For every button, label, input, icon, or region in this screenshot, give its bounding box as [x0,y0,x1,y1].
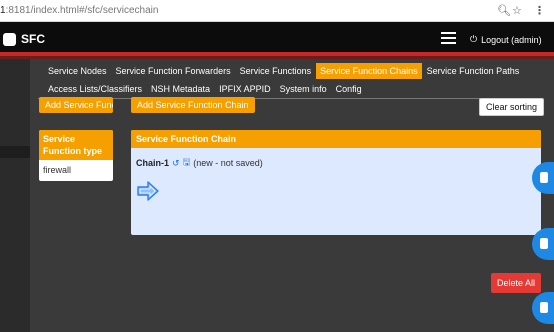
kebab-icon[interactable]: ⋮ [534,4,545,17]
logo-icon [3,32,16,46]
tab-service-function-paths[interactable]: Service Function Paths [423,63,524,79]
power-icon: ⏻ [470,34,478,44]
brand-name: SFC [21,32,45,46]
left-dark-panel [0,59,30,332]
undo-icon[interactable]: ↺ [172,158,180,169]
sf-type-item-firewall[interactable]: firewall [39,160,113,180]
url-text: :8181/index.html#/sfc/servicechain [5,5,159,16]
side-floating-button-2[interactable] [532,228,554,260]
logout-button[interactable]: ⏻ Logout (admin) [470,34,542,45]
nav-divider [38,98,541,99]
hamburger-menu-icon[interactable] [441,32,456,44]
tab-service-function-chains[interactable]: Service Function Chains [316,63,422,79]
chain-status: (new - not saved) [193,158,263,168]
address-field[interactable]: 1:8181/index.html#/sfc/servicechain [0,5,158,16]
left-accent-block [0,146,30,158]
arrow-right-icon[interactable] [137,181,159,201]
add-service-function-chain-button[interactable]: Add Service Function Chain [131,97,255,113]
star-icon[interactable]: ☆ [512,4,522,17]
nav-row-1: Service Nodes Service Function Forwarder… [44,63,524,79]
chain-row: Chain-1 ↺ 🖫︎ (new - not saved) [136,155,263,171]
chain-panel-title: Service Function Chain [131,130,541,148]
header-stripe-shadow [0,56,554,59]
nav-row-2: Access Lists/Classifiers NSH Metadata IP… [44,81,367,97]
tab-system-info[interactable]: System info [276,81,331,97]
magnifier-icon[interactable]: 🔍︎ [497,4,511,17]
delete-all-button[interactable]: Delete All [491,273,542,293]
tab-access-lists[interactable]: Access Lists/Classifiers [44,81,146,97]
tab-config[interactable]: Config [332,81,366,97]
tab-service-functions[interactable]: Service Functions [236,63,316,79]
brand-logo[interactable]: SFC [3,32,45,46]
logout-label: Logout (admin) [481,34,542,45]
tab-service-nodes[interactable]: Service Nodes [44,63,111,79]
tab-service-function-forwarders[interactable]: Service Function Forwarders [112,63,235,79]
service-function-type-card: Service Function type firewall [39,130,113,181]
service-function-type-title: Service Function type [39,130,113,160]
service-function-chain-panel: Service Function Chain Chain-1 ↺ 🖫︎ (new… [131,130,541,235]
save-icon[interactable]: 🖫︎ [183,155,191,171]
browser-url-bar: 1:8181/index.html#/sfc/servicechain 🔍︎ ☆… [0,0,554,22]
side-floating-button-3[interactable] [532,292,554,324]
chain-name[interactable]: Chain-1 [136,158,169,168]
tab-nsh-metadata[interactable]: NSH Metadata [147,81,214,97]
add-service-function-button[interactable]: Add Service Function [39,97,113,113]
app-header: SFC ⏻ Logout (admin) [0,22,554,54]
tab-ipfix-appid[interactable]: IPFIX APPID [215,81,275,97]
clear-sorting-button[interactable]: Clear sorting [479,98,545,116]
